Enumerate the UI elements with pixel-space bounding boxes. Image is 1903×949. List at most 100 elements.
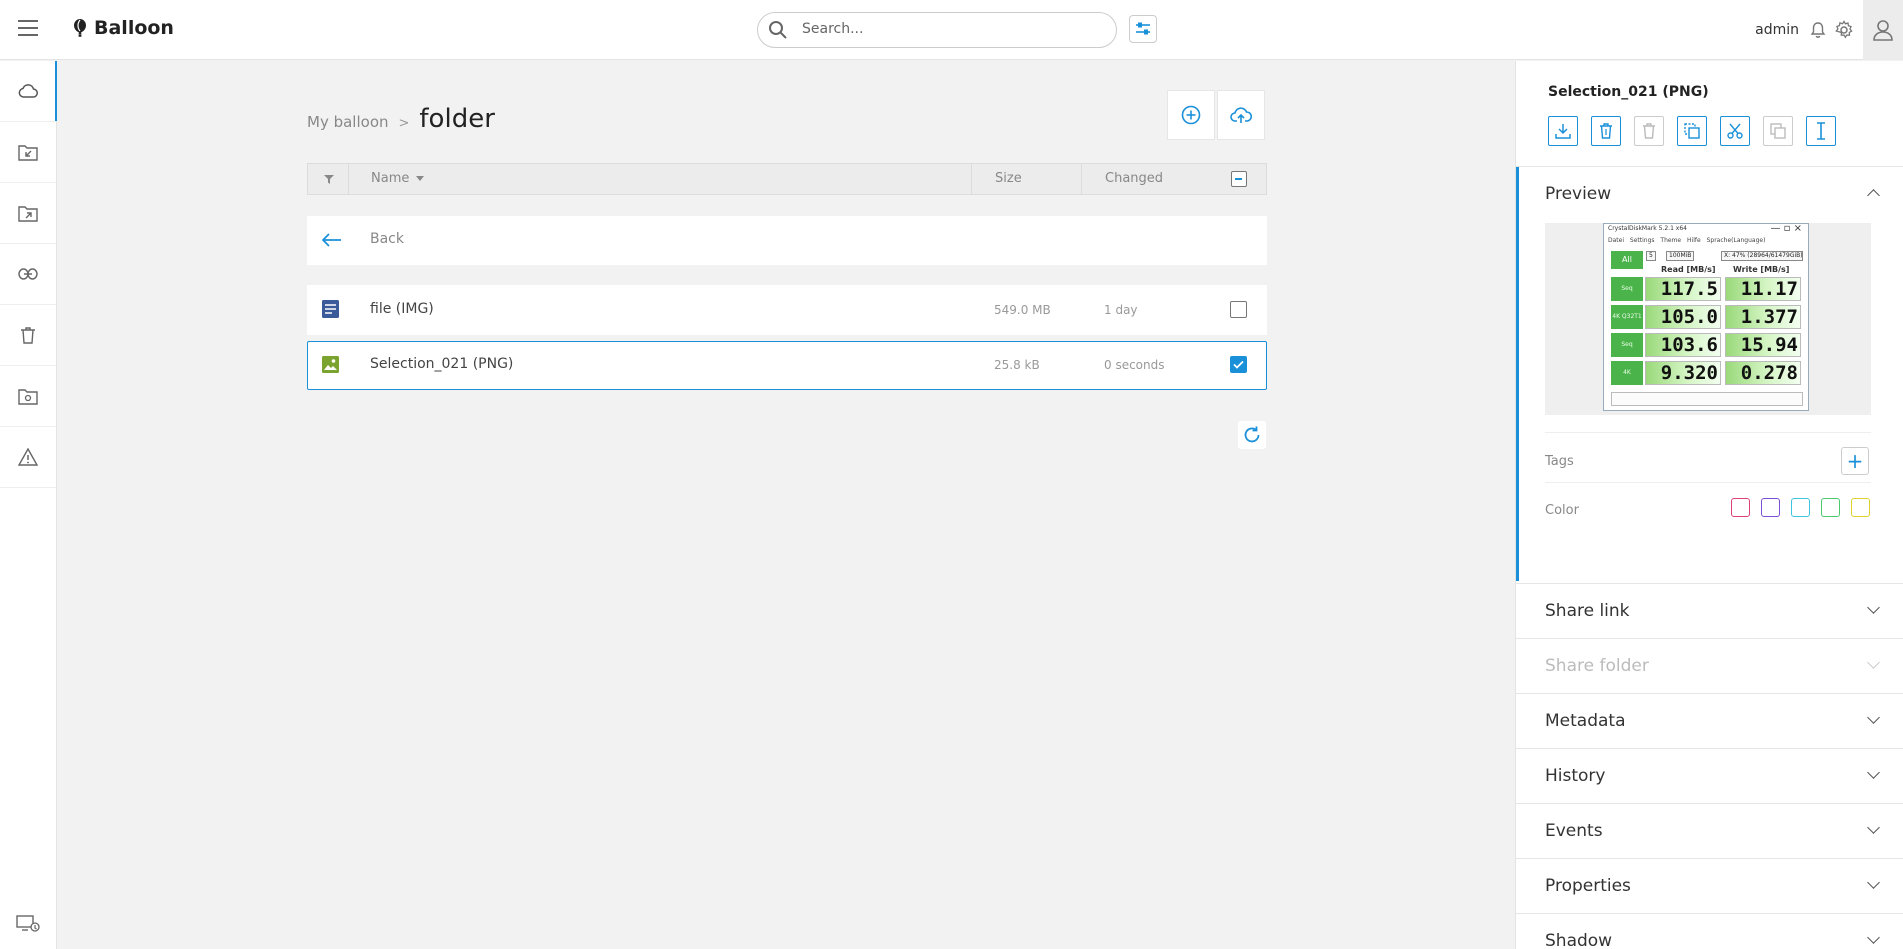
detail-panel: Selection_021 (PNG) Preview CrystalDiskM… bbox=[1515, 61, 1903, 949]
trash-icon bbox=[1600, 123, 1612, 139]
copy-button[interactable] bbox=[1677, 116, 1707, 146]
cut-button[interactable] bbox=[1720, 116, 1750, 146]
download-icon bbox=[1555, 124, 1571, 139]
thumb-row-label: Seq Q32T1 bbox=[1611, 277, 1643, 316]
profile-button[interactable] bbox=[1863, 0, 1903, 60]
warning-icon bbox=[18, 448, 38, 466]
nav-shared-with-me[interactable] bbox=[0, 122, 56, 183]
row-checkbox[interactable] bbox=[1230, 356, 1247, 373]
page-title: folder bbox=[419, 104, 495, 134]
arrow-left-icon bbox=[322, 233, 341, 247]
chevron-up-icon[interactable] bbox=[1867, 189, 1880, 202]
accordion-share-link[interactable]: Share link bbox=[1516, 583, 1903, 638]
share-link-title: Share link bbox=[1545, 601, 1630, 621]
bell-icon[interactable] bbox=[1805, 17, 1831, 43]
gear-icon[interactable] bbox=[1831, 17, 1857, 43]
thumb-write-value: 15.94 bbox=[1725, 333, 1801, 357]
column-name[interactable]: Name bbox=[371, 164, 424, 194]
trash-icon bbox=[21, 327, 35, 344]
back-row[interactable]: Back bbox=[307, 216, 1267, 265]
accordion-properties[interactable]: Properties bbox=[1516, 858, 1903, 913]
preview-thumbnail: CrystalDiskMark 5.2.1 x64 — ▫ × Datei Se… bbox=[1603, 223, 1809, 411]
image-icon bbox=[322, 356, 339, 373]
thumb-row-label: Seq bbox=[1611, 333, 1643, 357]
add-button[interactable] bbox=[1167, 90, 1215, 140]
accordion-metadata[interactable]: Metadata bbox=[1516, 693, 1903, 748]
advanced-search-button[interactable] bbox=[1129, 15, 1157, 43]
filter-icon[interactable] bbox=[324, 164, 334, 194]
breadcrumb-separator: > bbox=[398, 116, 410, 131]
nav-trash[interactable] bbox=[0, 305, 56, 366]
row-checkbox[interactable] bbox=[1230, 301, 1247, 318]
table-row[interactable]: file (IMG) 549.0 MB 1 day bbox=[307, 285, 1267, 335]
link-icon bbox=[18, 268, 38, 280]
check-icon bbox=[1233, 360, 1244, 369]
add-tag-button[interactable]: + bbox=[1841, 447, 1869, 475]
shadow-title: Shadow bbox=[1545, 931, 1613, 949]
restore-button[interactable] bbox=[1634, 116, 1664, 146]
accordion-events[interactable]: Events bbox=[1516, 803, 1903, 858]
document-icon bbox=[322, 300, 339, 318]
thumb-menu: Datei Settings Theme Hilfe Sprache(Langu… bbox=[1608, 237, 1766, 244]
upload-button[interactable] bbox=[1217, 90, 1265, 140]
divider bbox=[1545, 432, 1871, 433]
column-divider bbox=[1081, 164, 1082, 194]
chevron-down-icon bbox=[1867, 711, 1880, 724]
username[interactable]: admin bbox=[1755, 22, 1799, 38]
nav-shared-folders[interactable] bbox=[0, 366, 56, 427]
cloud-upload-icon bbox=[1230, 107, 1252, 123]
text-cursor-icon bbox=[1817, 122, 1825, 140]
divider bbox=[1545, 482, 1871, 483]
refresh-button[interactable] bbox=[1238, 421, 1266, 449]
trash-restore-icon bbox=[1643, 123, 1655, 139]
balloon-icon bbox=[74, 19, 86, 37]
thumb-read-header: Read [MB/s] bbox=[1661, 265, 1716, 274]
accordion-shadow[interactable]: Shadow bbox=[1516, 913, 1903, 949]
accordion-history[interactable]: History bbox=[1516, 748, 1903, 803]
rename-button[interactable] bbox=[1806, 116, 1836, 146]
nav-shared-by-me[interactable] bbox=[0, 183, 56, 244]
nav-sync-device[interactable] bbox=[0, 899, 56, 949]
color-swatch-cyan[interactable] bbox=[1791, 498, 1810, 517]
row-changed: 0 seconds bbox=[1104, 358, 1165, 372]
chevron-down-icon bbox=[1867, 876, 1880, 889]
color-label: Color bbox=[1545, 503, 1579, 518]
properties-title: Properties bbox=[1545, 876, 1631, 896]
search-input[interactable] bbox=[802, 21, 1102, 37]
metadata-title: Metadata bbox=[1545, 711, 1626, 731]
color-swatch-purple[interactable] bbox=[1761, 498, 1780, 517]
preview-title[interactable]: Preview bbox=[1545, 184, 1611, 204]
user-area: admin bbox=[1755, 0, 1903, 60]
menu-icon[interactable] bbox=[18, 20, 38, 40]
thumb-size-select: 100MiB bbox=[1666, 251, 1695, 261]
table-row[interactable]: Selection_021 (PNG) 25.8 kB 0 seconds bbox=[307, 341, 1267, 390]
row-size: 549.0 MB bbox=[994, 303, 1051, 317]
breadcrumb-root[interactable]: My balloon bbox=[307, 113, 389, 131]
sync-device-icon bbox=[16, 915, 40, 932]
delete-button[interactable] bbox=[1591, 116, 1621, 146]
column-changed[interactable]: Changed bbox=[1105, 164, 1163, 194]
app-logo[interactable]: Balloon bbox=[74, 17, 174, 39]
color-swatch-yellow[interactable] bbox=[1851, 498, 1870, 517]
thumb-window-title: CrystalDiskMark 5.2.1 x64 bbox=[1608, 225, 1687, 232]
paste-button[interactable] bbox=[1763, 116, 1793, 146]
thumb-read-value: 105.0 bbox=[1645, 305, 1721, 329]
color-swatch-red[interactable] bbox=[1731, 498, 1750, 517]
nav-my-cloud[interactable] bbox=[0, 61, 57, 122]
accordion-share-folder[interactable]: Share folder bbox=[1516, 638, 1903, 693]
copy-icon bbox=[1684, 123, 1700, 139]
color-swatch-green[interactable] bbox=[1821, 498, 1840, 517]
select-all-checkbox[interactable] bbox=[1231, 171, 1247, 187]
thumb-status-bar bbox=[1611, 392, 1803, 406]
download-button[interactable] bbox=[1548, 116, 1578, 146]
nav-alerts[interactable] bbox=[0, 427, 56, 488]
preview-image[interactable]: CrystalDiskMark 5.2.1 x64 — ▫ × Datei Se… bbox=[1545, 223, 1871, 415]
thumb-row-label: 4K Q32T1 bbox=[1611, 305, 1643, 329]
thumb-read-value: 9.320 bbox=[1645, 361, 1721, 385]
scissors-icon bbox=[1727, 123, 1743, 139]
left-nav bbox=[0, 61, 57, 949]
chevron-down-icon bbox=[1867, 821, 1880, 834]
search-box[interactable] bbox=[757, 12, 1117, 48]
column-size[interactable]: Size bbox=[995, 164, 1022, 194]
nav-shared-links[interactable] bbox=[0, 244, 56, 305]
